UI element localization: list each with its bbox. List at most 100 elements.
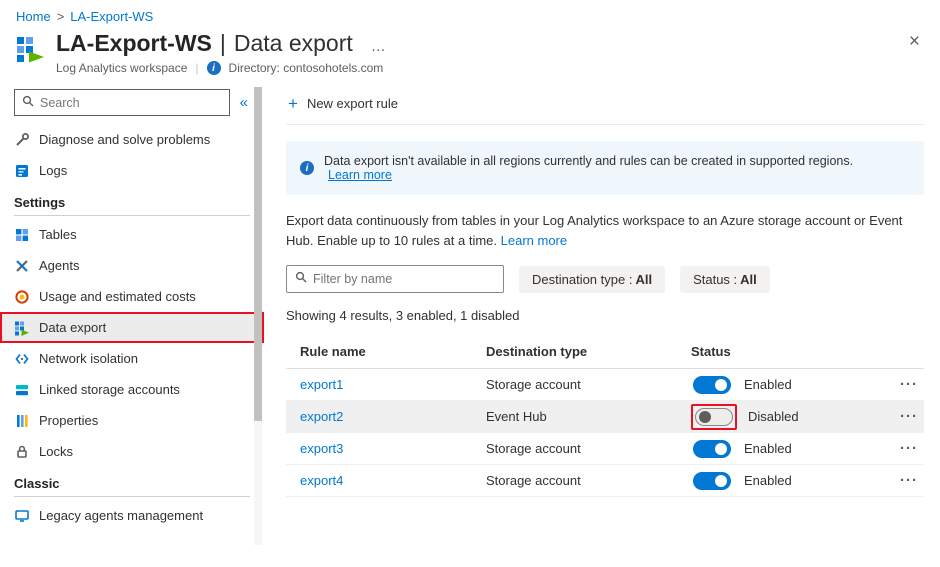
- sidebar-section-classic: Classic: [0, 467, 264, 496]
- row-more-options-icon[interactable]: ···: [876, 472, 924, 489]
- status-filter-pill[interactable]: Status :All: [680, 266, 770, 293]
- rule-name-link[interactable]: export3: [286, 441, 486, 456]
- data-export-icon: [14, 320, 30, 336]
- status-toggle[interactable]: [695, 408, 733, 426]
- table-row: export2 Event Hub Disabled ···: [286, 401, 924, 433]
- status-label: Disabled: [748, 409, 799, 424]
- table-header-row: Rule name Destination type Status: [286, 336, 924, 369]
- filter-bar: Destination type :All Status :All: [286, 265, 924, 293]
- filter-by-name-input[interactable]: [313, 272, 495, 286]
- table-row: export4 Storage account Enabled ···: [286, 465, 924, 497]
- row-more-options-icon[interactable]: ···: [876, 440, 924, 457]
- sidebar-item-label: Usage and estimated costs: [39, 289, 196, 304]
- sidebar-item-diagnose-and-solve-problems[interactable]: Diagnose and solve problems: [0, 124, 264, 155]
- toggle-annotation: [691, 470, 733, 492]
- destination-type-cell: Event Hub: [486, 409, 691, 424]
- workspace-title: LA-Export-WS: [56, 30, 212, 57]
- sidebar-section-settings: Settings: [0, 186, 264, 215]
- resource-type-label: Log Analytics workspace: [56, 61, 187, 75]
- toggle-knob: [699, 411, 711, 423]
- close-icon[interactable]: ×: [909, 32, 920, 51]
- sidebar-item-label: Diagnose and solve problems: [39, 132, 210, 147]
- banner-learn-more-link[interactable]: Learn more: [328, 168, 392, 182]
- sidebar-item-tables[interactable]: Tables: [0, 219, 264, 250]
- sidebar-item-label: Locks: [39, 444, 73, 459]
- new-export-rule-label: New export rule: [307, 96, 398, 111]
- sidebar-item-usage-and-estimated-costs[interactable]: Usage and estimated costs: [0, 281, 264, 312]
- search-icon: [22, 94, 34, 112]
- sidebar-item-data-export[interactable]: Data export: [0, 312, 264, 343]
- toggle-annotation: [691, 404, 737, 430]
- sidebar-search-box[interactable]: [14, 89, 230, 116]
- usage-icon: [14, 289, 30, 305]
- status-label: Enabled: [744, 441, 792, 456]
- collapse-sidebar-icon[interactable]: «: [238, 94, 250, 111]
- logs-icon: [14, 163, 30, 179]
- destination-type-cell: Storage account: [486, 441, 691, 456]
- description-learn-more-link[interactable]: Learn more: [501, 233, 567, 248]
- row-more-options-icon[interactable]: ···: [876, 408, 924, 425]
- sidebar-item-logs[interactable]: Logs: [0, 155, 264, 186]
- subtitle-separator: |: [195, 61, 198, 75]
- destination-type-filter-pill[interactable]: Destination type :All: [519, 266, 665, 293]
- page-title: Data export: [234, 30, 353, 57]
- breadcrumb-current-link[interactable]: LA-Export-WS: [70, 9, 153, 24]
- sidebar: « Diagnose and solve problems Logs Setti…: [0, 87, 264, 539]
- agents-icon: [14, 258, 30, 274]
- sidebar-item-network-isolation[interactable]: Network isolation: [0, 343, 264, 374]
- sidebar-item-locks[interactable]: Locks: [0, 436, 264, 467]
- main-content: + New export rule i Data export isn't av…: [264, 87, 940, 539]
- directory-info-icon: i: [207, 61, 221, 75]
- destination-type-cell: Storage account: [486, 377, 691, 392]
- info-icon: i: [300, 161, 314, 175]
- status-toggle[interactable]: [693, 472, 731, 490]
- tables-icon: [14, 227, 30, 243]
- sidebar-item-agents[interactable]: Agents: [0, 250, 264, 281]
- table-row: export1 Storage account Enabled ···: [286, 369, 924, 401]
- toggle-knob: [715, 475, 727, 487]
- toggle-annotation: [691, 438, 733, 460]
- sidebar-search-input[interactable]: [40, 96, 222, 110]
- blade-header: LA-Export-WS | Data export … Log Analyti…: [16, 30, 924, 75]
- sidebar-item-properties[interactable]: Properties: [0, 405, 264, 436]
- status-toggle[interactable]: [693, 376, 731, 394]
- rule-name-link[interactable]: export4: [286, 473, 486, 488]
- sidebar-item-label: Network isolation: [39, 351, 138, 366]
- scrollbar-thumb[interactable]: [254, 87, 262, 421]
- toggle-knob: [715, 379, 727, 391]
- breadcrumb: Home>LA-Export-WS: [0, 0, 940, 26]
- diagnose-icon: [14, 132, 30, 148]
- column-header-destination-type: Destination type: [486, 344, 691, 359]
- more-options-icon[interactable]: …: [371, 38, 387, 55]
- data-export-app-icon: [16, 34, 46, 69]
- plus-icon: +: [288, 95, 298, 112]
- sidebar-item-linked-storage-accounts[interactable]: Linked storage accounts: [0, 374, 264, 405]
- new-export-rule-button[interactable]: + New export rule: [286, 87, 400, 124]
- filter-by-name-box[interactable]: [286, 265, 504, 293]
- linked-storage-icon: [14, 382, 30, 398]
- sidebar-item-label: Logs: [39, 163, 67, 178]
- sidebar-item-label: Legacy agents management: [39, 508, 203, 523]
- destination-type-cell: Storage account: [486, 473, 691, 488]
- breadcrumb-home-link[interactable]: Home: [16, 9, 51, 24]
- rule-name-link[interactable]: export1: [286, 377, 486, 392]
- sidebar-item-legacy-agents-management[interactable]: Legacy agents management: [0, 500, 264, 531]
- toggle-annotation: [691, 374, 733, 396]
- status-toggle[interactable]: [693, 440, 731, 458]
- filter-search-icon: [295, 270, 307, 288]
- sidebar-item-label: Agents: [39, 258, 79, 273]
- legacy-agents-icon: [14, 508, 30, 524]
- sidebar-scrollbar[interactable]: [254, 87, 262, 545]
- sidebar-item-label: Tables: [39, 227, 77, 242]
- info-banner: i Data export isn't available in all reg…: [286, 141, 924, 195]
- row-more-options-icon[interactable]: ···: [876, 376, 924, 393]
- status-label: Enabled: [744, 377, 792, 392]
- rule-name-link[interactable]: export2: [286, 409, 486, 424]
- sidebar-item-label: Linked storage accounts: [39, 382, 180, 397]
- toggle-knob: [715, 443, 727, 455]
- description-text: Export data continuously from tables in …: [286, 211, 924, 250]
- toolbar-divider: [286, 124, 924, 125]
- column-header-status: Status: [691, 344, 876, 359]
- network-isolation-icon: [14, 351, 30, 367]
- sidebar-item-label: Data export: [39, 320, 106, 335]
